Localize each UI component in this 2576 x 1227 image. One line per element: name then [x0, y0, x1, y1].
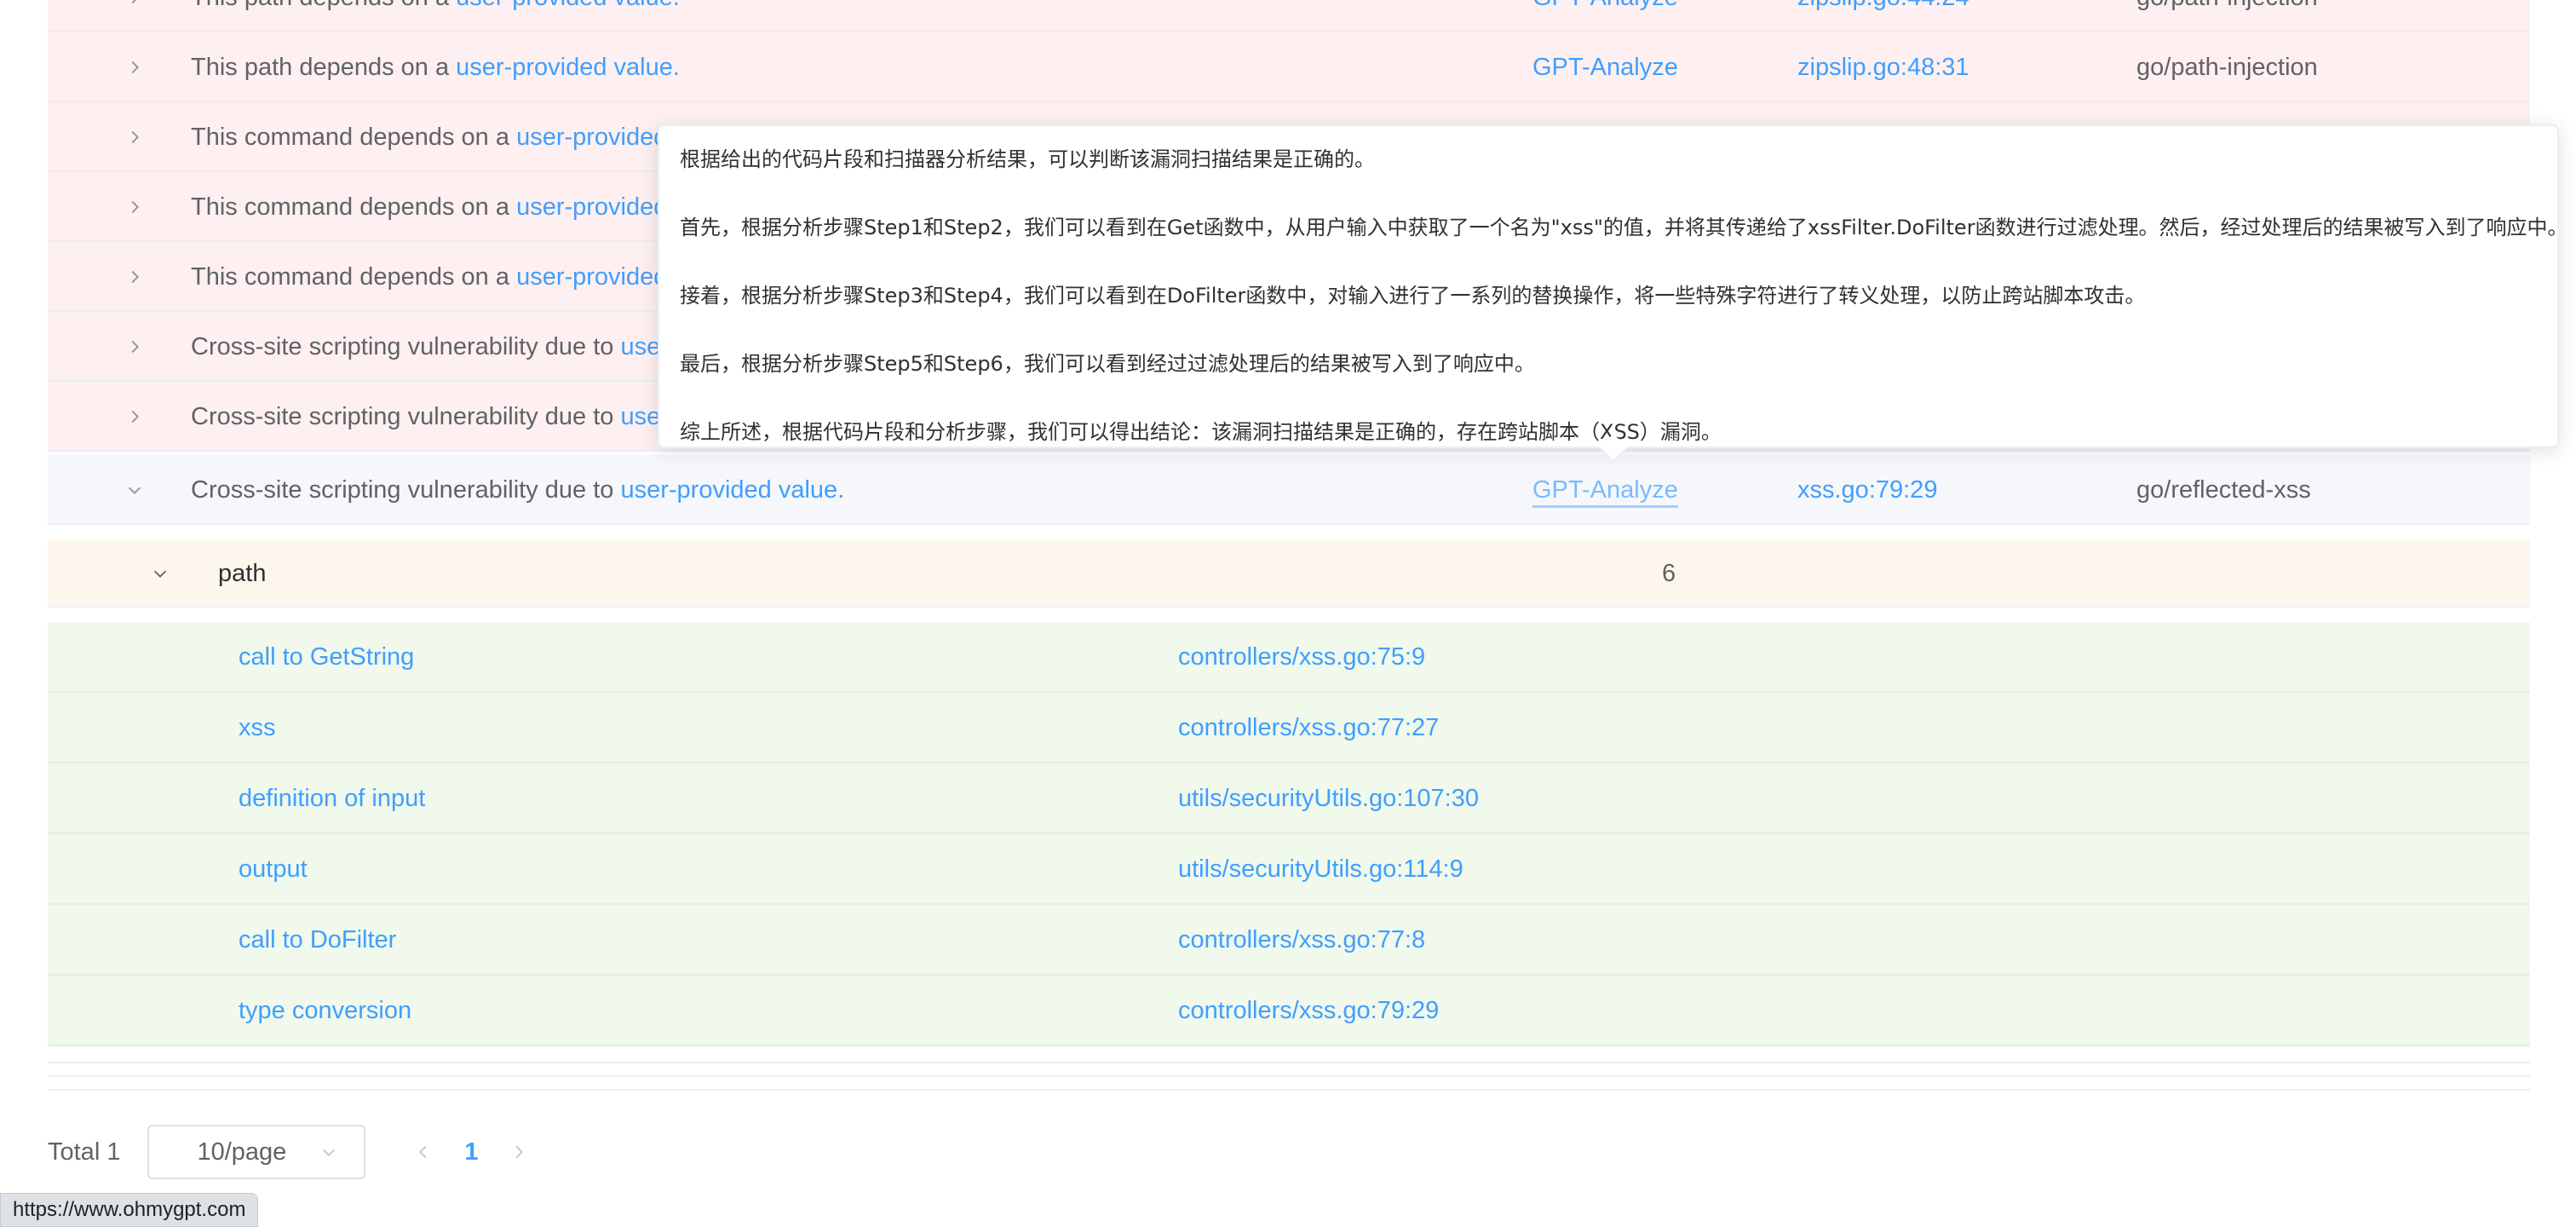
location-link[interactable]: zipslip.go:44:24: [1797, 0, 1969, 32]
pagination-total: Total 1: [48, 1138, 121, 1166]
chevron-right-icon[interactable]: [118, 172, 152, 242]
gpt-analyze-link[interactable]: GPT-Analyze: [1532, 32, 1678, 102]
path-step: output utils/securityUtils.go:114:9: [48, 834, 2530, 905]
chevron-right-icon[interactable]: [118, 0, 152, 32]
table-row[interactable]: This path depends on a user-provided val…: [48, 0, 2530, 32]
path-step-count: 6: [1662, 560, 1676, 587]
alert-message: This command depends on a user-provided …: [191, 124, 733, 151]
path-step-location[interactable]: controllers/xss.go:75:9: [1178, 622, 1425, 693]
chevron-left-icon: [419, 1145, 427, 1159]
rule-id: go/path-injection: [2136, 54, 2318, 81]
user-provided-value-link[interactable]: user-provided value: [620, 476, 837, 504]
tooltip-line: 根据给出的代码片段和扫描器分析结果，可以判断该漏洞扫描结果是正确的。: [680, 147, 1375, 171]
chevron-right-icon[interactable]: [118, 32, 152, 102]
page-size-value: 10/page: [197, 1138, 287, 1166]
gpt-analysis-tooltip: 根据给出的代码片段和扫描器分析结果，可以判断该漏洞扫描结果是正确的。 首先，根据…: [658, 124, 2568, 463]
chevron-down-icon[interactable]: [143, 539, 177, 608]
page-number-current[interactable]: 1: [447, 1125, 495, 1179]
user-provided-value-link[interactable]: user-provided value: [456, 54, 673, 81]
path-step-name[interactable]: xss: [239, 693, 276, 763]
page-size-select[interactable]: 10/page: [147, 1125, 366, 1179]
chevron-down-icon[interactable]: [118, 455, 152, 525]
table-row[interactable]: This path depends on a user-provided val…: [48, 32, 2530, 102]
path-step-name[interactable]: output: [239, 834, 308, 905]
path-step: call to DoFilter controllers/xss.go:77:8: [48, 905, 2530, 976]
tooltip-line: 接着，根据分析步骤Step3和Step4，我们可以看到在DoFilter函数中，…: [680, 284, 2146, 308]
path-step: type conversion controllers/xss.go:79:29: [48, 976, 2530, 1046]
alert-message: This command depends on a user-provided …: [191, 263, 733, 291]
path-step: definition of input utils/securityUtils.…: [48, 763, 2530, 834]
path-step-name[interactable]: call to GetString: [239, 622, 414, 693]
path-step-location[interactable]: controllers/xss.go:79:29: [1178, 976, 1439, 1046]
gpt-analyze-link[interactable]: GPT-Analyze: [1532, 0, 1678, 32]
alert-message: This path depends on a user-provided val…: [191, 54, 680, 81]
next-page-button[interactable]: [495, 1125, 543, 1179]
rule-id: go/path-injection: [2136, 0, 2318, 32]
status-bar-url: https://www.ohmygpt.com: [0, 1193, 259, 1227]
path-step-name[interactable]: definition of input: [239, 763, 425, 834]
chevron-down-icon: [323, 1149, 336, 1156]
tooltip-line: 最后，根据分析步骤Step5和Step6，我们可以看到经过过滤处理后的结果被写入…: [680, 352, 1535, 376]
alert-message: This path depends on a user-provided val…: [191, 0, 680, 32]
tooltip-line: 首先，根据分析步骤Step1和Step2，我们可以看到在Get函数中，从用户输入…: [680, 216, 2568, 239]
path-step-location[interactable]: utils/securityUtils.go:114:9: [1178, 834, 1463, 905]
path-step-location[interactable]: controllers/xss.go:77:27: [1178, 693, 1439, 763]
path-step-location[interactable]: utils/securityUtils.go:107:30: [1178, 763, 1479, 834]
table-divider: [48, 1089, 2530, 1091]
chevron-right-icon[interactable]: [118, 102, 152, 172]
table-divider: [48, 1075, 2530, 1077]
chevron-right-icon: [516, 1145, 524, 1159]
chevron-right-icon[interactable]: [118, 312, 152, 382]
alert-message: This command depends on a user-provided …: [191, 193, 733, 221]
pagination: Total 1 10/page 1: [48, 1125, 543, 1179]
path-step: call to GetString controllers/xss.go:75:…: [48, 622, 2530, 693]
prev-page-button[interactable]: [400, 1125, 447, 1179]
chevron-right-icon[interactable]: [118, 382, 152, 452]
path-step-name[interactable]: type conversion: [239, 976, 411, 1046]
path-step: xss controllers/xss.go:77:27: [48, 693, 2530, 763]
table-divider: [48, 1062, 2530, 1063]
path-step-name[interactable]: call to DoFilter: [239, 905, 396, 976]
chevron-right-icon[interactable]: [118, 242, 152, 312]
path-group-header[interactable]: path 6: [48, 539, 2530, 608]
user-provided-value-link[interactable]: user-provided value: [456, 0, 673, 11]
location-link[interactable]: zipslip.go:48:31: [1797, 32, 1969, 102]
path-label: path: [218, 560, 267, 587]
path-step-location[interactable]: controllers/xss.go:77:8: [1178, 905, 1425, 976]
